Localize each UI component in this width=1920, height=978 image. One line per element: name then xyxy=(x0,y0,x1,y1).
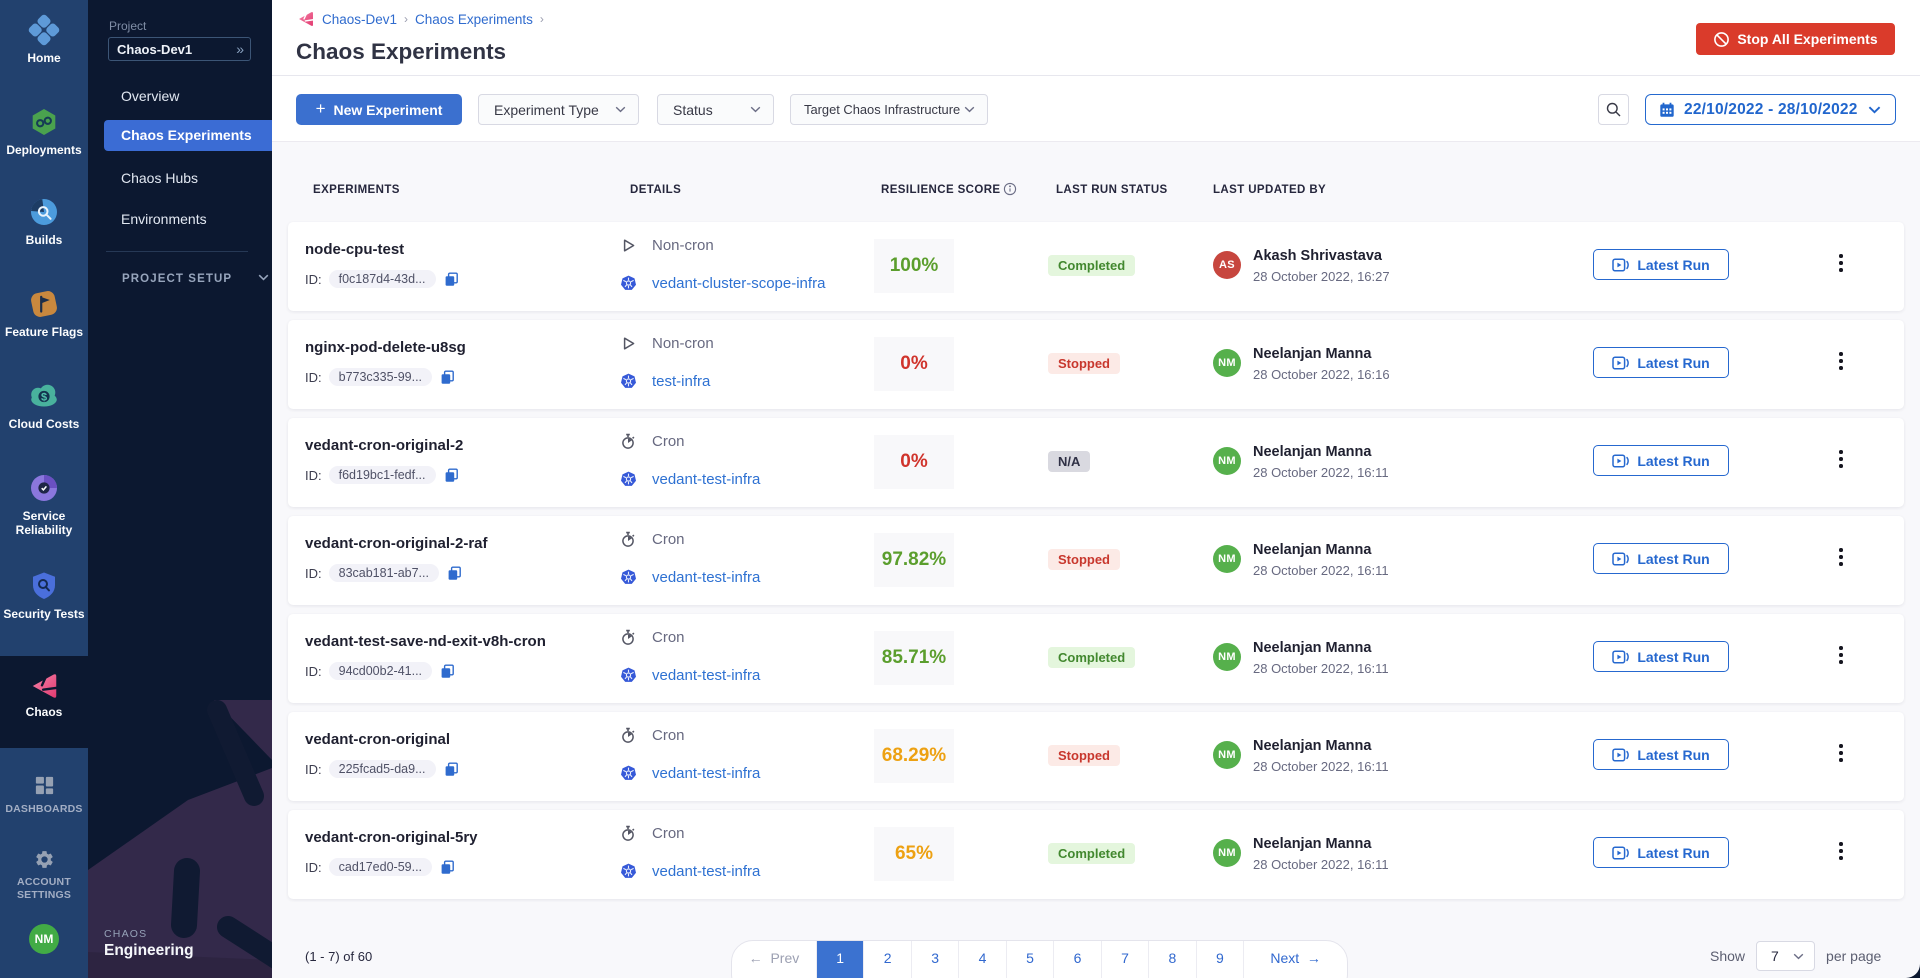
svg-text:$: $ xyxy=(41,391,47,403)
